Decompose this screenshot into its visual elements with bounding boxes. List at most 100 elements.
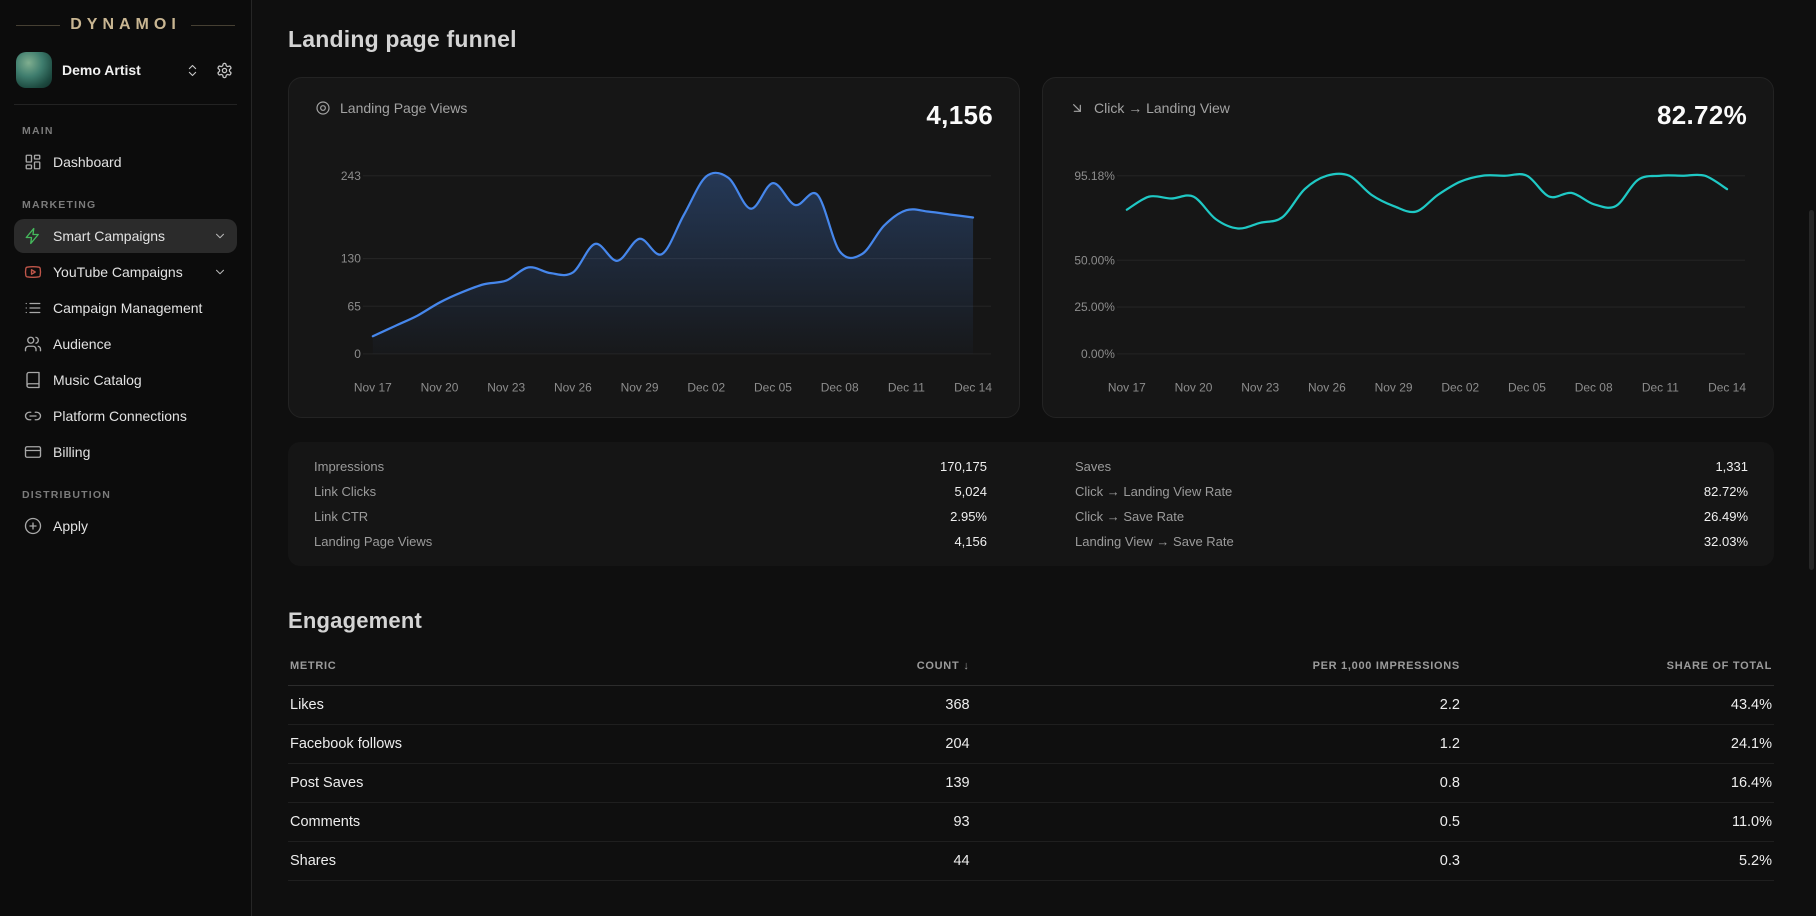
stats-column-left: Impressions170,175Link Clicks5,024Link C…: [314, 454, 987, 554]
sidebar: DYNAMOI Demo Artist MAINDashboardMARKETI…: [0, 0, 252, 916]
stat-row-link-ctr: Link CTR2.95%: [314, 504, 987, 529]
logo-line-left: [16, 25, 60, 26]
svg-text:Dec 02: Dec 02: [687, 381, 725, 395]
svg-text:Nov 20: Nov 20: [1175, 381, 1213, 395]
funnel-stats-panel: Impressions170,175Link Clicks5,024Link C…: [288, 442, 1774, 566]
svg-text:Nov 17: Nov 17: [1108, 381, 1146, 395]
table-row-facebook-follows: Facebook follows2041.224.1%: [288, 725, 1774, 764]
stat-label: Link Clicks: [314, 484, 376, 499]
svg-text:Dec 08: Dec 08: [1575, 381, 1613, 395]
app-root: DYNAMOI Demo Artist MAINDashboardMARKETI…: [0, 0, 1816, 916]
section-label-main: MAIN: [22, 125, 229, 137]
table-row-likes: Likes3682.243.4%: [288, 686, 1774, 725]
sidebar-item-dashboard[interactable]: Dashboard: [14, 145, 237, 179]
sidebar-item-youtube-campaigns[interactable]: YouTube Campaigns: [14, 255, 237, 289]
sidebar-item-label: Music Catalog: [53, 372, 227, 388]
landing-page-views-chart[interactable]: 243130650Nov 17Nov 20Nov 23Nov 26Nov 29D…: [315, 145, 993, 403]
table-row-post-saves: Post Saves1390.816.4%: [288, 764, 1774, 803]
cell-share: 5.2%: [1462, 842, 1774, 881]
sidebar-item-billing[interactable]: Billing: [14, 435, 237, 469]
cell-share: 11.0%: [1462, 803, 1774, 842]
card-label: Landing Page Views: [315, 100, 467, 116]
stat-label: Saves: [1075, 459, 1111, 474]
svg-text:Nov 26: Nov 26: [1308, 381, 1346, 395]
card-title: Landing Page Views: [340, 100, 467, 116]
svg-text:Nov 23: Nov 23: [487, 381, 525, 395]
svg-text:Dec 05: Dec 05: [754, 381, 792, 395]
svg-text:0: 0: [354, 347, 361, 361]
stat-value: 26.49%: [1704, 509, 1748, 524]
vertical-scrollbar[interactable]: [1809, 210, 1814, 570]
card-label: Click → Landing View: [1069, 100, 1230, 116]
stat-value: 4,156: [954, 534, 987, 549]
sidebar-item-campaign-management[interactable]: Campaign Management: [14, 291, 237, 325]
svg-text:Dec 11: Dec 11: [1642, 381, 1679, 395]
cell-metric: Shares: [288, 842, 570, 881]
column-header-share-of-total[interactable]: SHARE OF TOTAL: [1462, 650, 1774, 686]
svg-text:Dec 05: Dec 05: [1508, 381, 1546, 395]
svg-text:Nov 23: Nov 23: [1241, 381, 1279, 395]
svg-text:Dec 11: Dec 11: [888, 381, 925, 395]
svg-text:Dec 14: Dec 14: [1708, 381, 1746, 395]
sidebar-item-label: Dashboard: [53, 154, 227, 170]
sidebar-item-label: Apply: [53, 518, 227, 534]
column-header-count[interactable]: COUNT↓: [570, 650, 971, 686]
book-icon: [24, 371, 42, 389]
cell-per_1000: 2.2: [972, 686, 1462, 725]
svg-text:243: 243: [341, 169, 361, 183]
sidebar-item-apply[interactable]: Apply: [14, 509, 237, 543]
cell-count: 139: [570, 764, 971, 803]
stat-value: 32.03%: [1704, 534, 1748, 549]
click-landing-view-card: Click → Landing View 82.72% 95.18%50.00%…: [1042, 77, 1774, 418]
svg-text:25.00%: 25.00%: [1074, 300, 1115, 314]
sidebar-item-label: Platform Connections: [53, 408, 227, 424]
stat-value: 5,024: [954, 484, 987, 499]
cell-metric: Facebook follows: [288, 725, 570, 764]
stat-value: 82.72%: [1704, 484, 1748, 499]
stat-label: Click → Save Rate: [1075, 509, 1184, 524]
logo-line-right: [191, 25, 235, 26]
chevron-down-icon[interactable]: [213, 265, 227, 279]
stat-row-saves: Saves 1,331: [1075, 454, 1748, 479]
main-content: Landing page funnel Landing Page Views 4…: [252, 0, 1816, 916]
sidebar-nav: MAINDashboardMARKETINGSmart CampaignsYou…: [14, 125, 237, 543]
svg-text:Nov 29: Nov 29: [621, 381, 659, 395]
stat-row-link-clicks: Link Clicks 5,024: [314, 479, 987, 504]
sort-descending-icon: ↓: [963, 660, 969, 672]
link-icon: [24, 407, 42, 425]
svg-text:Nov 26: Nov 26: [554, 381, 592, 395]
cell-per_1000: 0.8: [972, 764, 1462, 803]
stat-label: Impressions: [314, 459, 384, 474]
stat-label: Landing Page Views: [314, 534, 432, 549]
column-header-per-1-000-impressions[interactable]: PER 1,000 IMPRESSIONS: [972, 650, 1462, 686]
column-header-metric[interactable]: METRIC: [288, 650, 570, 686]
sidebar-item-music-catalog[interactable]: Music Catalog: [14, 363, 237, 397]
sidebar-item-platform-connections[interactable]: Platform Connections: [14, 399, 237, 433]
sidebar-item-label: Billing: [53, 444, 227, 460]
table-row-shares: Shares440.35.2%: [288, 842, 1774, 881]
zap-icon: [24, 227, 42, 245]
sidebar-item-label: Smart Campaigns: [53, 228, 202, 244]
sidebar-item-label: Audience: [53, 336, 227, 352]
credit-card-icon: [24, 443, 42, 461]
chevron-down-icon[interactable]: [213, 229, 227, 243]
sidebar-item-smart-campaigns[interactable]: Smart Campaigns: [14, 219, 237, 253]
click-landing-view-chart[interactable]: 95.18%50.00%25.00%0.00%Nov 17Nov 20Nov 2…: [1069, 145, 1747, 403]
svg-text:130: 130: [341, 252, 361, 266]
artist-selector[interactable]: Demo Artist: [14, 42, 237, 105]
cell-count: 204: [570, 725, 971, 764]
stat-row-impressions: Impressions170,175: [314, 454, 987, 479]
chevrons-up-down-icon[interactable]: [181, 59, 203, 81]
svg-text:0.00%: 0.00%: [1081, 347, 1115, 361]
sidebar-item-audience[interactable]: Audience: [14, 327, 237, 361]
logo-text: DYNAMOI: [70, 16, 181, 34]
stat-row-click-save-rate: Click → Save Rate 26.49%: [1075, 504, 1748, 529]
gear-icon[interactable]: [213, 59, 235, 81]
svg-text:Nov 20: Nov 20: [421, 381, 459, 395]
svg-text:65: 65: [348, 299, 362, 313]
stat-value: 1,331: [1715, 459, 1748, 474]
stat-value: 2.95%: [950, 509, 987, 524]
card-title: Click → Landing View: [1094, 100, 1230, 116]
artist-name: Demo Artist: [62, 62, 171, 78]
svg-text:Dec 08: Dec 08: [821, 381, 859, 395]
